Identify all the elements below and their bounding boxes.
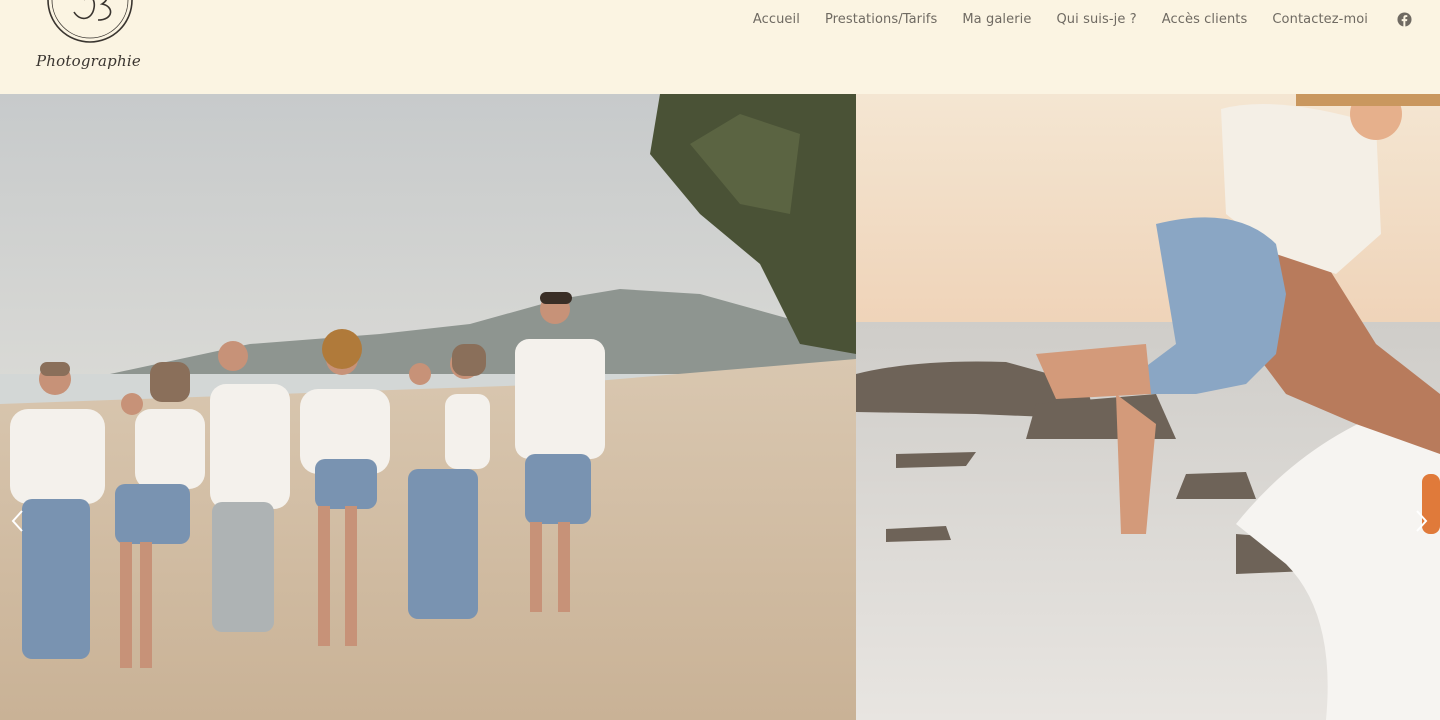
nav-item-contactez-moi[interactable]: Contactez-moi <box>1272 12 1368 27</box>
nav-item-acces-clients[interactable]: Accès clients <box>1162 12 1248 27</box>
nav-item-qui-suis-je[interactable]: Qui suis-je ? <box>1056 12 1136 27</box>
logo-monogram-icon <box>47 0 133 43</box>
nav-item-prestations-tarifs[interactable]: Prestations/Tarifs <box>825 12 937 27</box>
chevron-left-icon[interactable] <box>6 507 30 535</box>
slide-family-beach <box>0 94 856 720</box>
site-logo[interactable]: Photographie <box>30 0 150 80</box>
father-lifting-baby-at-sea-photo <box>856 94 1440 720</box>
slide-father-baby-sea <box>856 94 1440 720</box>
logo-text: Photographie <box>36 52 141 70</box>
nav-item-ma-galerie[interactable]: Ma galerie <box>962 12 1031 27</box>
hero-slider[interactable] <box>0 94 1440 720</box>
site-header: Photographie Accueil Prestations/Tarifs … <box>0 0 1440 94</box>
facebook-icon[interactable] <box>1397 11 1412 27</box>
nav-item-accueil[interactable]: Accueil <box>753 12 800 27</box>
family-walking-on-beach-photo <box>0 94 856 720</box>
chevron-right-icon[interactable] <box>1409 507 1433 535</box>
main-nav: Accueil Prestations/Tarifs Ma galerie Qu… <box>728 9 1412 29</box>
